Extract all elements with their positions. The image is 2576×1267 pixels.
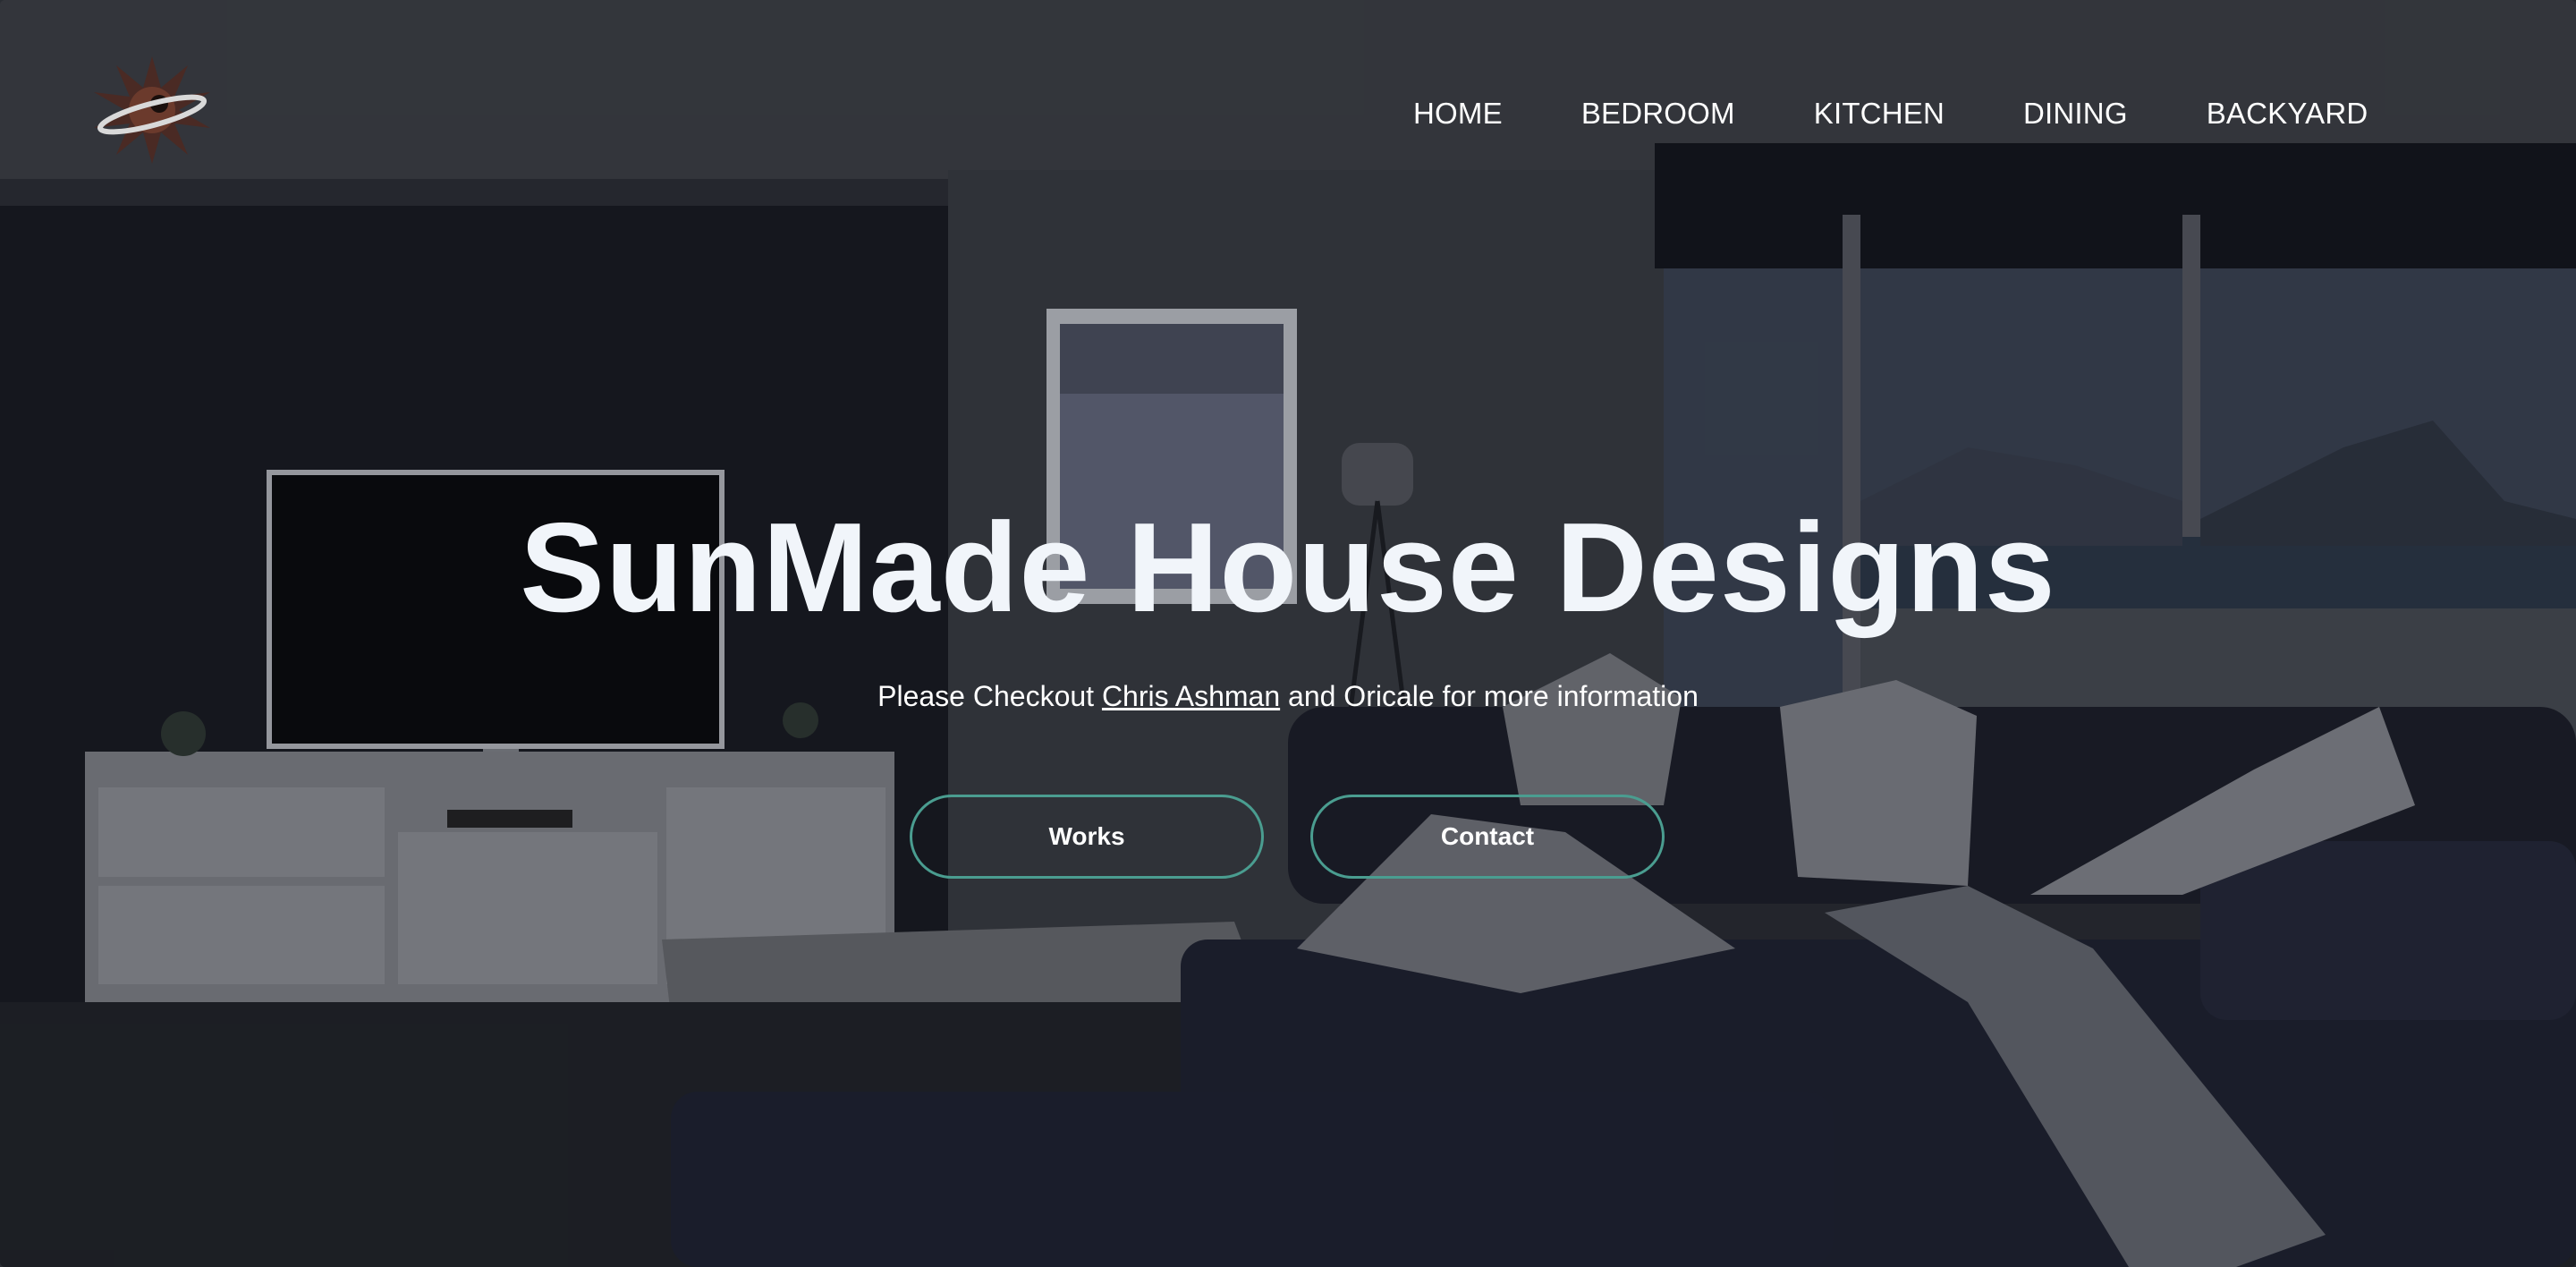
hero-subtitle: Please Checkout Chris Ashman and Oricale… xyxy=(0,680,2576,713)
nav-item-home[interactable]: HOME xyxy=(1413,97,1503,131)
nav-item-dining[interactable]: DINING xyxy=(2023,97,2128,131)
nav-item-bedroom[interactable]: BEDROOM xyxy=(1581,97,1735,131)
sun-logo-icon[interactable] xyxy=(89,52,215,168)
nav-item-kitchen[interactable]: KITCHEN xyxy=(1814,97,1945,131)
works-button[interactable]: Works xyxy=(910,795,1264,879)
chris-ashman-link[interactable]: Chris Ashman xyxy=(1102,680,1280,712)
contact-button[interactable]: Contact xyxy=(1310,795,1665,879)
hero-title: SunMade House Designs xyxy=(520,497,2056,639)
subtitle-prefix: Please Checkout xyxy=(877,680,1102,712)
main-nav: HOME BEDROOM KITCHEN DINING BACKYARD xyxy=(1413,97,2368,131)
nav-item-backyard[interactable]: BACKYARD xyxy=(2207,97,2368,131)
hero-section: HOME BEDROOM KITCHEN DINING BACKYARD Sun… xyxy=(0,0,2576,1267)
subtitle-suffix: and Oricale for more information xyxy=(1280,680,1699,712)
